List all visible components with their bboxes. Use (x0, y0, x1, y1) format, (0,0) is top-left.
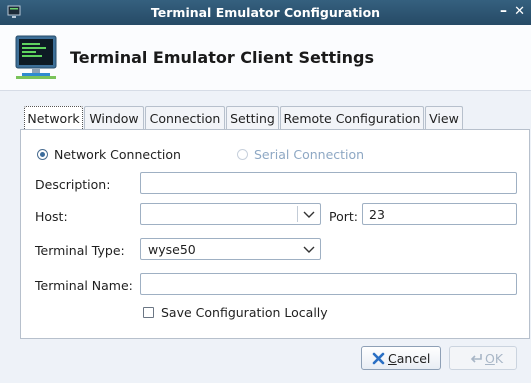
tab-connection[interactable]: Connection (145, 106, 225, 130)
tab-view[interactable]: View (425, 106, 463, 130)
cancel-button[interactable]: Cancel (361, 346, 441, 370)
serial-connection-radio[interactable] (237, 149, 248, 160)
port-label: Port: (329, 209, 358, 224)
terminal-type-select[interactable]: wyse50 (140, 238, 321, 260)
minimize-button[interactable]: – (500, 3, 507, 19)
network-connection-label[interactable]: Network Connection (54, 147, 181, 162)
description-field[interactable] (140, 172, 517, 194)
ok-button[interactable]: OK (449, 346, 517, 370)
dialog-header: Terminal Emulator Client Settings (0, 25, 531, 91)
port-field[interactable]: 23 (362, 203, 517, 225)
terminal-name-field[interactable] (140, 273, 517, 295)
chevron-down-icon[interactable] (303, 209, 315, 219)
host-combobox[interactable] (140, 203, 321, 225)
serial-connection-label: Serial Connection (254, 147, 365, 162)
cancel-label: ancel (396, 351, 431, 366)
save-locally-checkbox[interactable] (143, 307, 154, 318)
enter-arrow-icon (470, 354, 482, 363)
network-connection-radio[interactable] (37, 149, 48, 160)
tab-network[interactable]: Network (24, 106, 83, 131)
terminal-type-label: Terminal Type: (35, 243, 125, 258)
ok-label: K (494, 351, 504, 366)
terminal-monitor-icon (15, 35, 57, 79)
page-title: Terminal Emulator Client Settings (70, 48, 374, 67)
terminal-name-label: Terminal Name: (35, 278, 133, 293)
cancel-mnemonic: C (388, 351, 397, 366)
description-label: Description: (35, 177, 111, 192)
tab-setting[interactable]: Setting (226, 106, 279, 130)
host-label: Host: (35, 209, 68, 224)
tab-window[interactable]: Window (84, 106, 144, 130)
cancel-x-icon (372, 352, 385, 365)
tab-remote-configuration[interactable]: Remote Configuration (280, 106, 424, 130)
ok-mnemonic: O (485, 351, 495, 366)
save-locally-label[interactable]: Save Configuration Locally (161, 305, 328, 320)
window-title: Terminal Emulator Configuration (150, 5, 381, 20)
chevron-down-icon[interactable] (303, 244, 315, 254)
close-button[interactable]: ✕ (514, 4, 525, 19)
terminal-type-value: wyse50 (148, 242, 196, 257)
window-titlebar: Terminal Emulator Configuration – ✕ (0, 0, 531, 25)
